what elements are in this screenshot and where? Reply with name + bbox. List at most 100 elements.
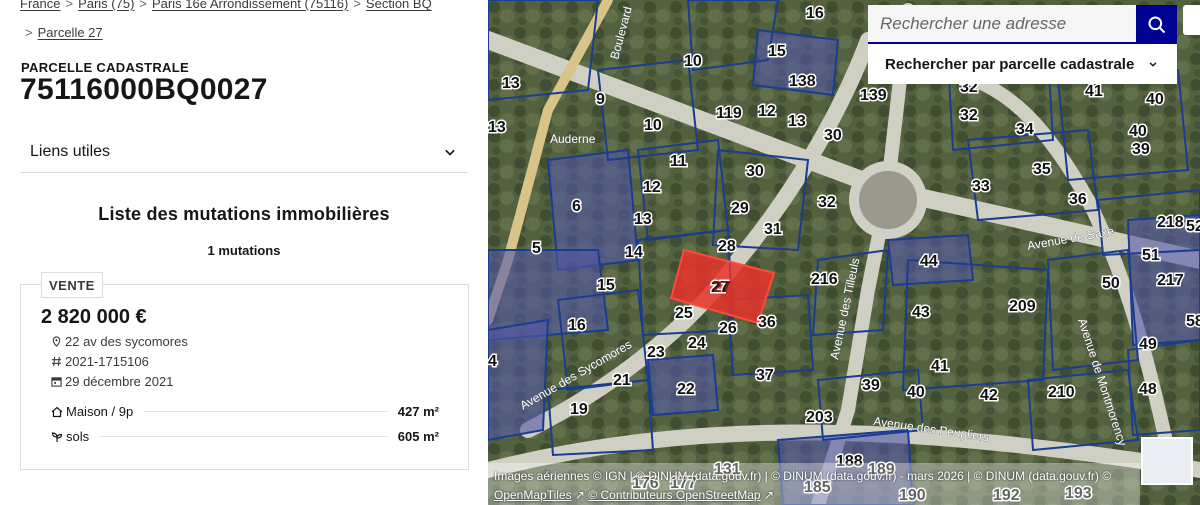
parcel-number-label: 9 <box>596 91 605 108</box>
parcel-number-label: 209 <box>1009 298 1036 315</box>
parcel-panel: France > Paris (75) > Paris 16e Arrondisseme… <box>0 0 488 505</box>
breadcrumb-link-paris[interactable]: Paris (75) <box>78 0 134 11</box>
parcel-number-label: 41 <box>931 358 949 375</box>
parcel-number-label: 40 <box>907 384 925 401</box>
parcel-number-label: 15 <box>597 277 615 294</box>
parcel-number-label: 24 <box>688 335 706 352</box>
fullscreen-button[interactable] <box>1183 5 1200 35</box>
parcel-id: 75116000BQ0027 <box>20 73 268 106</box>
breadcrumb-link-arrondissement[interactable]: Paris 16e Arrondissement (75116) <box>152 0 348 11</box>
osm-link[interactable]: © Contributeurs OpenStreetMap <box>588 488 760 502</box>
parcel-number-label: 19 <box>570 401 588 418</box>
parcel-number-label: 13 <box>634 211 652 228</box>
attribution-text[interactable]: Images aériennes © IGN | © DINUM (data.g… <box>494 469 1099 483</box>
parcel-number-label: 49 <box>1139 336 1157 353</box>
parcel-number-label: 23 <box>647 344 665 361</box>
parcel-number-label: 51 <box>1142 247 1160 264</box>
address-search-input[interactable] <box>868 5 1136 44</box>
breadcrumb-separator: > <box>353 0 361 11</box>
parcel-number-label: 14 <box>625 244 643 261</box>
breadcrumb-separator: > <box>25 25 33 40</box>
mutation-type-badge: VENTE <box>41 272 103 298</box>
hash-icon <box>51 356 62 367</box>
parcel-number-label: 28 <box>718 238 736 255</box>
chevron-down-icon <box>1149 62 1157 67</box>
mutation-address-text: 22 av des sycomores <box>65 334 188 349</box>
parcel-number-label: 4 <box>488 353 497 370</box>
breadcrumb-row-2: > Parcelle 27 <box>25 24 103 41</box>
cadastre-search-toggle[interactable]: Rechercher par parcelle cadastrale <box>868 44 1177 84</box>
parcel-number-label: 52 <box>1186 218 1200 235</box>
parcel-number-label: 10 <box>644 117 662 134</box>
breadcrumb-separator: > <box>139 0 148 11</box>
mutation-price: 2 820 000 € <box>41 306 147 328</box>
parcel-number-label: 40 <box>1146 91 1164 108</box>
mutation-line-label: Maison / 9p <box>66 404 134 419</box>
parcel-number-label: 32 <box>960 107 978 124</box>
breadcrumb-separator: > <box>65 0 74 11</box>
address-search <box>868 5 1177 44</box>
parcel-number-label: 39 <box>1132 141 1150 158</box>
parcel-number-label: 36 <box>1069 191 1087 208</box>
breadcrumb-current[interactable]: Parcelle 27 <box>38 25 103 40</box>
parcel-number-label: 34 <box>1016 121 1034 138</box>
highlighted-parcel-label[interactable]: 27 <box>713 279 731 296</box>
parcel-number-label: 12 <box>758 103 776 120</box>
parcel-number-label: 35 <box>1033 161 1051 178</box>
parcel-number-label: 42 <box>980 387 998 404</box>
breadcrumb-link-france[interactable]: France <box>20 0 60 11</box>
parcel-number-label: 139 <box>860 87 887 104</box>
parcel-number-label: 218 <box>1157 214 1184 231</box>
useful-links-label: Liens utiles <box>30 142 111 160</box>
mutation-date-text: 29 décembre 2021 <box>65 374 174 389</box>
leader-line <box>143 411 388 412</box>
mutation-line-building: Maison / 9p 427 m² <box>51 404 439 419</box>
parcel-number-label: 138 <box>789 73 816 90</box>
parcel-number-label: 26 <box>719 320 737 337</box>
mutation-reference-text: 2021-1715106 <box>65 354 149 369</box>
mutations-count: 1 mutations <box>207 243 281 258</box>
parcel-number-label: 43 <box>912 304 930 321</box>
parcel-number-label: 25 <box>675 305 693 322</box>
mutations-title: Liste des mutations immobilières <box>98 204 390 224</box>
parcel-number-label: 21 <box>613 372 631 389</box>
parcel-number-label: 33 <box>972 178 990 195</box>
parcel-number-label: 22 <box>677 381 695 398</box>
parcel-number-label: 5 <box>532 240 541 257</box>
parcel-number-label: 30 <box>746 163 764 180</box>
mutation-line-value: 605 m² <box>397 429 439 444</box>
mutation-line-label: sols <box>66 429 90 444</box>
breadcrumb-link-section[interactable]: Section BQ <box>366 0 432 11</box>
parcel-number-label: 39 <box>862 377 880 394</box>
minimap[interactable] <box>1141 437 1193 485</box>
attribution-text: © <box>1102 469 1112 483</box>
parcel-number-label: 16 <box>806 5 824 22</box>
parcel-number-label: 36 <box>758 314 776 331</box>
parcel-number-label: 30 <box>824 127 842 144</box>
mutation-date: 29 décembre 2021 <box>51 374 173 389</box>
parcel-number-label: 48 <box>1139 381 1157 398</box>
parcel-number-label: 15 <box>768 43 786 60</box>
mutation-reference: 2021-1715106 <box>51 354 149 369</box>
parcel-number-label: 11 <box>670 153 687 170</box>
mutation-line-land: sols 605 m² <box>51 429 439 444</box>
parcel-number-label: 50 <box>1102 275 1120 292</box>
map-pin-icon <box>52 336 61 347</box>
street-label: Auderne <box>550 132 596 146</box>
parcel-number-label: 10 <box>684 53 702 70</box>
parcel-number-label: 16 <box>568 317 586 334</box>
parcel-number-label: 58 <box>1186 313 1200 330</box>
useful-links-accordion[interactable]: Liens utiles <box>20 131 468 173</box>
chevron-down-icon <box>445 149 455 156</box>
parcel-number-label: 44 <box>920 253 938 270</box>
parcel-number-label: 210 <box>1048 384 1075 401</box>
search-button[interactable] <box>1136 5 1177 44</box>
plant-icon <box>51 431 63 442</box>
parcel-number-label: 13 <box>488 119 506 136</box>
parcel-number-label: 203 <box>806 409 833 426</box>
parcel-number-label: 12 <box>643 179 661 196</box>
cadastre-search-label: Rechercher par parcelle cadastrale <box>885 55 1135 73</box>
parcel-number-label: 32 <box>818 194 836 211</box>
openmaptiles-link[interactable]: OpenMapTiles <box>494 488 572 502</box>
search-icon <box>1148 16 1165 33</box>
